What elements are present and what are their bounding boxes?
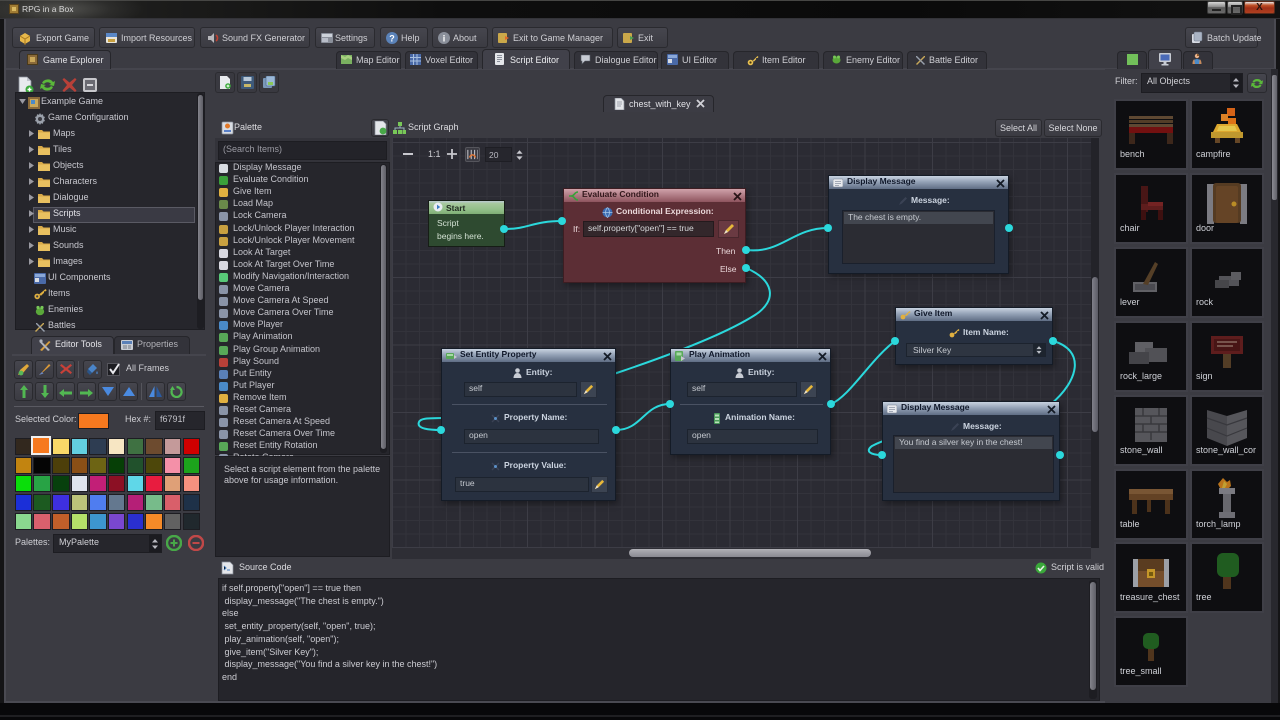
svg-text:?: ?	[389, 34, 395, 44]
svg-text:i: i	[443, 34, 446, 44]
